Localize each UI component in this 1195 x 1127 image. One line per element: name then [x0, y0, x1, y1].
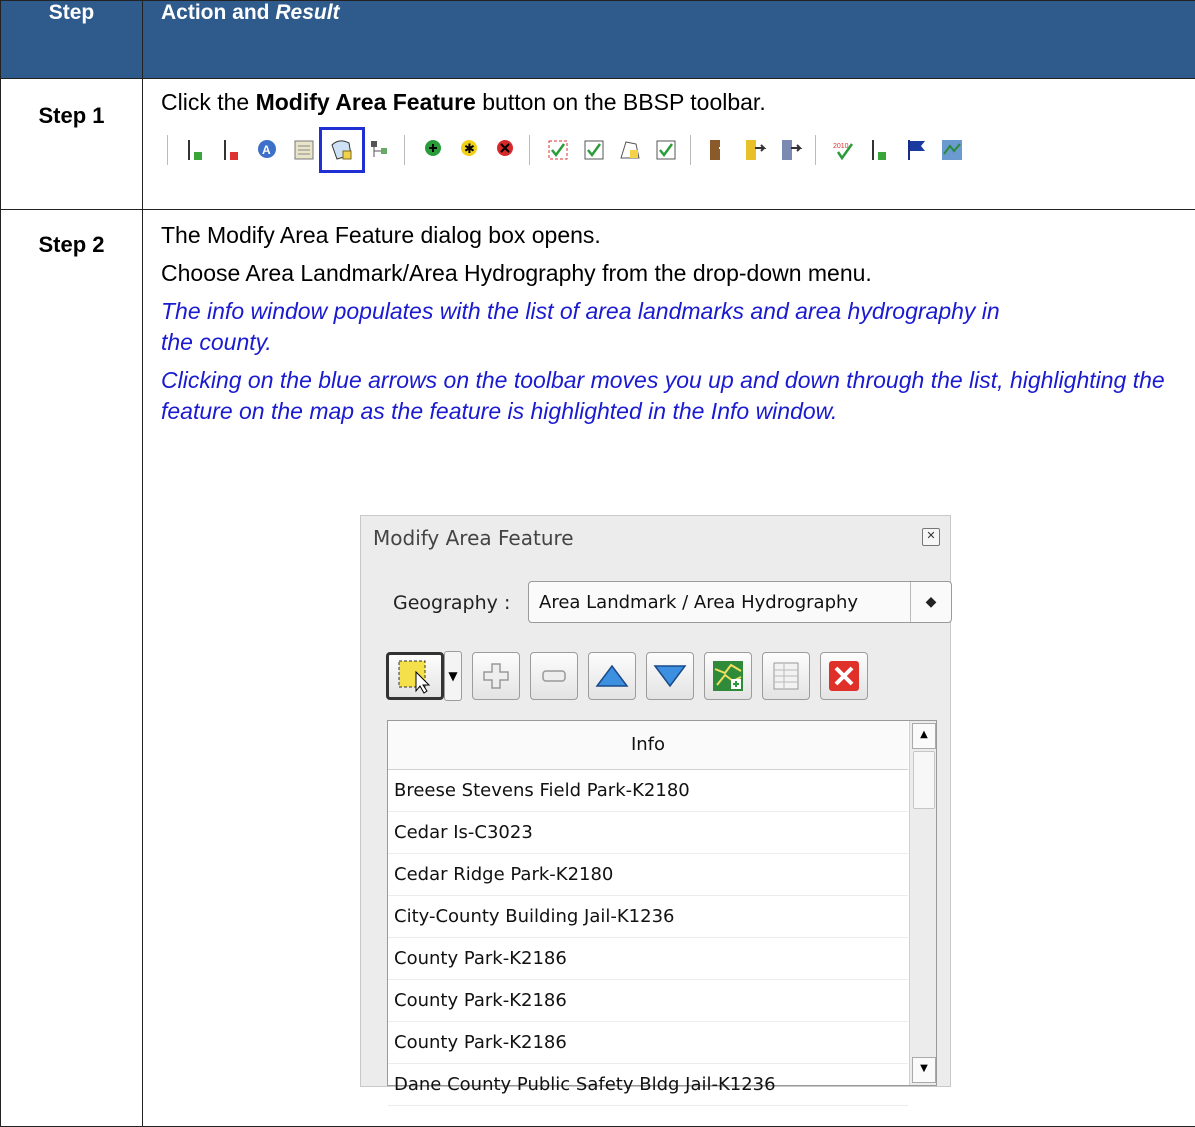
list-item[interactable]: County Park-K2186: [388, 1022, 908, 1064]
toolbar-separator: [690, 135, 695, 165]
map-feature-button[interactable]: [704, 652, 752, 700]
scroll-up-icon[interactable]: ▲: [912, 723, 936, 749]
flag-icon[interactable]: [898, 132, 934, 168]
list-item[interactable]: Cedar Ridge Park-K2180: [388, 854, 908, 896]
move-point-icon[interactable]: ✱: [451, 132, 487, 168]
list-item[interactable]: City-County Building Jail-K1236: [388, 896, 908, 938]
bbsp-toolbar: A ✱ 2010: [143, 128, 1195, 172]
svg-text:A: A: [262, 143, 271, 157]
attribute-table-button[interactable]: [762, 652, 810, 700]
census-2010-icon[interactable]: 2010: [826, 132, 862, 168]
step2-result1: The info window populates with the list …: [161, 296, 1175, 358]
header-step-label: Step: [49, 1, 95, 24]
info-column-header[interactable]: Info: [388, 721, 908, 770]
delete-button[interactable]: [820, 652, 868, 700]
export-2-icon[interactable]: [737, 132, 773, 168]
scroll-down-icon[interactable]: ▼: [912, 1057, 936, 1083]
map-icon[interactable]: [934, 132, 970, 168]
check-4-icon[interactable]: [648, 132, 684, 168]
add-line-2-icon[interactable]: [862, 132, 898, 168]
step1-action-cell: Click the Modify Area Feature button on …: [143, 79, 1195, 210]
check-1-icon[interactable]: [540, 132, 576, 168]
geography-value: Area Landmark / Area Hydrography: [539, 592, 858, 613]
list-item[interactable]: County Park-K2186: [388, 938, 908, 980]
info-list[interactable]: Info Breese Stevens Field Park-K2180Ceda…: [387, 720, 937, 1086]
arrow-down-button[interactable]: [646, 652, 694, 700]
step1-text: Click the Modify Area Feature button on …: [143, 79, 1195, 118]
step2-result2: Clicking on the blue arrows on the toolb…: [161, 365, 1175, 427]
toolbar-separator: [167, 135, 172, 165]
close-icon[interactable]: ✕: [922, 528, 940, 546]
step2-cell: Step 2: [1, 210, 143, 1127]
step1-post: button on the BBSP toolbar.: [476, 89, 766, 115]
add-line-icon[interactable]: [178, 132, 214, 168]
add-button[interactable]: [472, 652, 520, 700]
step1-cell: Step 1: [1, 79, 143, 210]
step2-text: The Modify Area Feature dialog box opens…: [143, 210, 1195, 427]
step2-line2: Choose Area Landmark/Area Hydrography fr…: [161, 258, 1175, 289]
remove-button[interactable]: [530, 652, 578, 700]
label-icon[interactable]: A: [250, 132, 286, 168]
list-item[interactable]: Cedar Is-C3023: [388, 812, 908, 854]
svg-text:✱: ✱: [464, 141, 475, 156]
list-item[interactable]: Breese Stevens Field Park-K2180: [388, 770, 908, 812]
header-action: Action and Result: [143, 1, 1195, 79]
step1-bold: Modify Area Feature: [256, 89, 476, 115]
toolbar-separator: [815, 135, 820, 165]
check-3-icon[interactable]: [612, 132, 648, 168]
edit-table-icon[interactable]: [286, 132, 322, 168]
header-action-label: Action and: [161, 1, 275, 24]
export-3-icon[interactable]: [773, 132, 809, 168]
chevron-down-icon[interactable]: ▼: [444, 651, 462, 701]
dialog-toolbar: ▼: [386, 650, 878, 702]
geography-select[interactable]: Area Landmark / Area Hydrography ◆: [528, 581, 952, 623]
list-item[interactable]: Dane County Public Safety Bldg Jail-K123…: [388, 1064, 908, 1106]
header-result-label: Result: [275, 1, 339, 24]
modify-area-feature-icon[interactable]: [322, 130, 362, 170]
tree-icon[interactable]: [362, 132, 398, 168]
add-point-icon[interactable]: [415, 132, 451, 168]
scroll-thumb[interactable]: [913, 751, 935, 809]
step2-line1: The Modify Area Feature dialog box opens…: [161, 220, 1175, 251]
step2-label: Step 2: [1, 210, 142, 258]
check-2-icon[interactable]: [576, 132, 612, 168]
delete-point-icon[interactable]: [487, 132, 523, 168]
select-tool-button[interactable]: [386, 652, 444, 700]
toolbar-separator: [529, 135, 534, 165]
step1-label: Step 1: [1, 79, 142, 129]
svg-text:2010: 2010: [833, 143, 849, 150]
export-1-icon[interactable]: [701, 132, 737, 168]
step1-pre: Click the: [161, 89, 256, 115]
arrow-up-button[interactable]: [588, 652, 636, 700]
header-step: Step: [1, 1, 143, 79]
modify-area-feature-dialog: Modify Area Feature ✕ Geography : Area L…: [360, 515, 951, 1087]
updown-arrow-icon: ◆: [910, 582, 951, 622]
vertical-scrollbar[interactable]: ▲ ▼: [909, 721, 936, 1085]
info-rows: Breese Stevens Field Park-K2180Cedar Is-…: [388, 770, 936, 1106]
delete-line-icon[interactable]: [214, 132, 250, 168]
toolbar-separator: [404, 135, 409, 165]
geography-label: Geography :: [393, 592, 510, 614]
list-item[interactable]: County Park-K2186: [388, 980, 908, 1022]
dialog-title: Modify Area Feature: [373, 526, 574, 550]
